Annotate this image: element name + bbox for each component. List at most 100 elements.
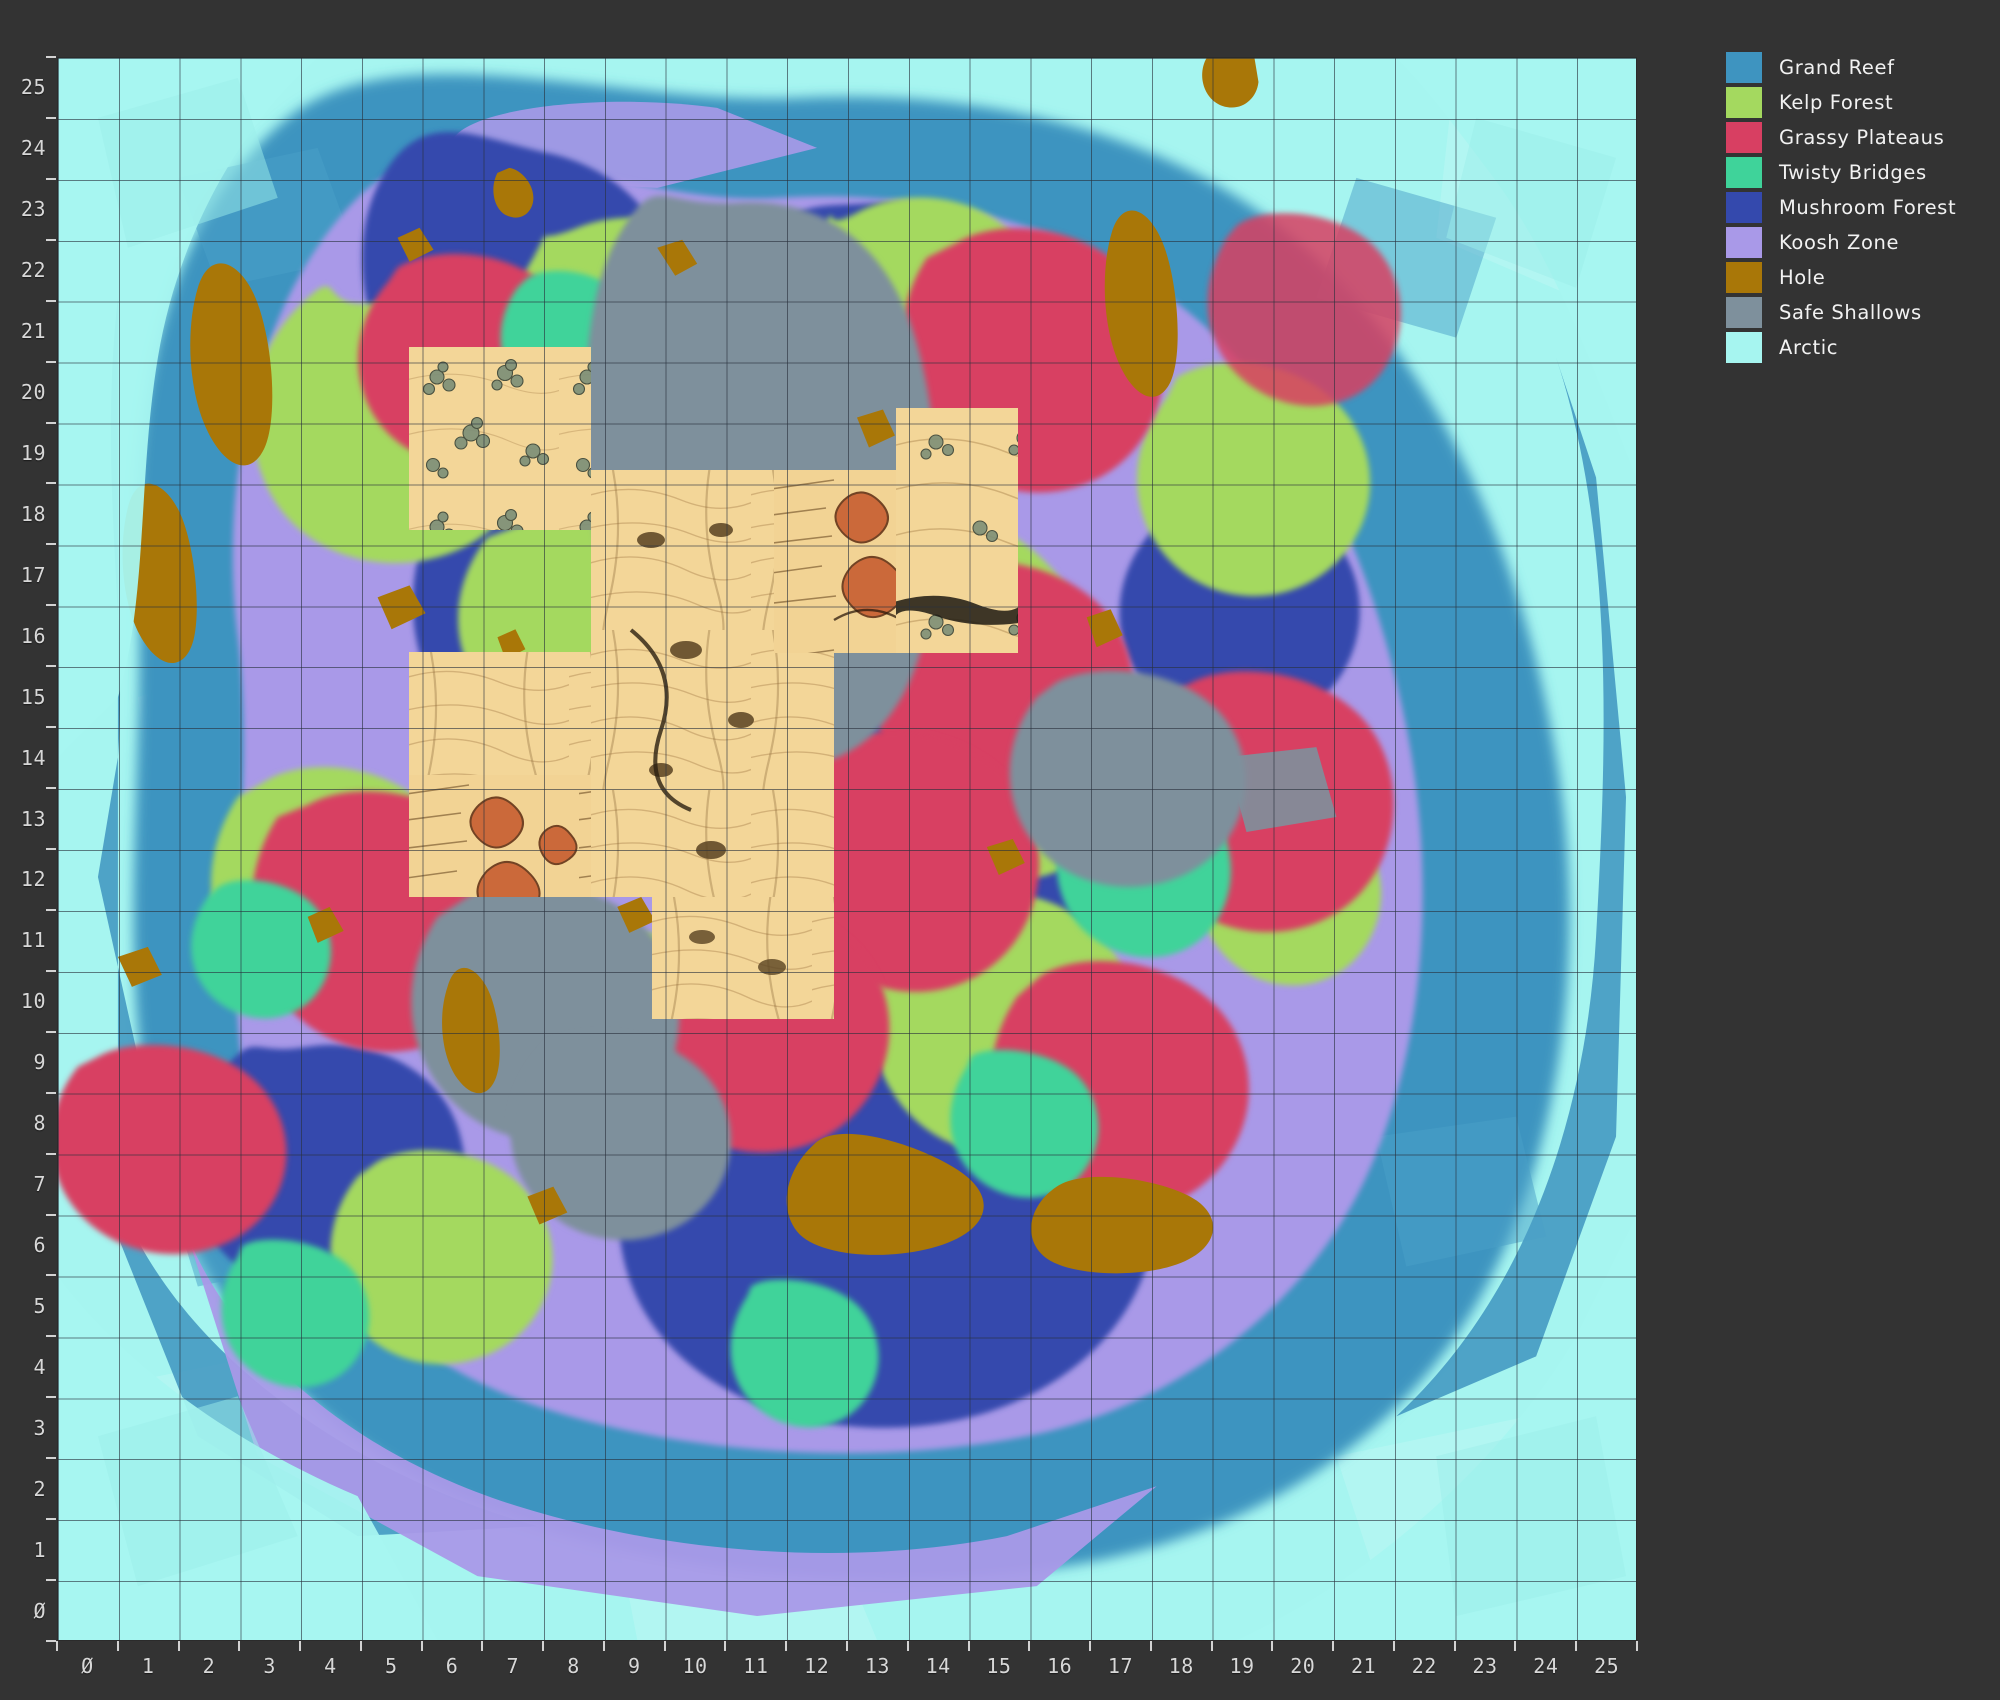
legend-swatch [1726, 192, 1762, 223]
legend-label: Kelp Forest [1779, 91, 1893, 114]
legend-item[interactable]: Grassy Plateaus [1726, 120, 1976, 155]
y-axis-tick [46, 909, 56, 911]
x-axis-tick-label: 20 [1290, 1654, 1315, 1678]
x-axis-tick-label: 10 [683, 1654, 708, 1678]
x-axis-tick-label: 9 [628, 1654, 641, 1678]
legend-label: Safe Shallows [1779, 301, 1922, 324]
x-axis-tick-label: 14 [926, 1654, 951, 1678]
x-axis-tick-label: 25 [1594, 1654, 1619, 1678]
x-axis-tick-label: 15 [986, 1654, 1011, 1678]
legend-swatch [1726, 157, 1762, 188]
y-axis-tick [46, 178, 56, 180]
terrain-tile-red-canyon[interactable] [409, 775, 591, 897]
y-axis-tick [46, 1153, 56, 1155]
y-axis-tick [46, 604, 56, 606]
x-axis-tick [1271, 1641, 1273, 1651]
legend-swatch [1726, 52, 1762, 83]
x-axis-tick-label: 4 [324, 1654, 337, 1678]
y-axis-tick-label: 4 [33, 1355, 46, 1379]
x-axis-tick [785, 1641, 787, 1651]
x-axis-tick [1575, 1641, 1577, 1651]
terrain-tile-west-sand[interactable] [409, 652, 591, 775]
legend-item[interactable]: Twisty Bridges [1726, 155, 1976, 190]
legend-item[interactable]: Kelp Forest [1726, 85, 1976, 120]
legend-item[interactable]: Koosh Zone [1726, 225, 1976, 260]
x-axis-tick-label: 22 [1412, 1654, 1437, 1678]
x-axis-tick [56, 1641, 58, 1651]
x-axis-tick-label: 19 [1229, 1654, 1254, 1678]
y-axis-tick-label: 25 [21, 75, 46, 99]
x-axis-tick [178, 1641, 180, 1651]
map-plot-area[interactable] [57, 57, 1637, 1641]
y-axis-tick [46, 117, 56, 119]
biome-legend: Grand Reef Kelp Forest Grassy Plateaus Twis… [1726, 50, 1976, 365]
y-axis-tick [46, 1640, 56, 1642]
legend-item[interactable]: Arctic [1726, 330, 1976, 365]
legend-item[interactable]: Mushroom Forest [1726, 190, 1976, 225]
x-axis-tick [299, 1641, 301, 1651]
y-axis-tick [46, 1214, 56, 1216]
y-axis-tick [46, 361, 56, 363]
y-axis-tick [46, 300, 56, 302]
y-axis-tick-label: 13 [21, 807, 46, 831]
x-axis-tick-label: 8 [567, 1654, 580, 1678]
y-axis-tick-label: 5 [33, 1294, 46, 1318]
x-axis-tick [542, 1641, 544, 1651]
x-axis-tick [117, 1641, 119, 1651]
terrain-tile-kelp-plateau[interactable] [409, 347, 591, 530]
legend-item[interactable]: Grand Reef [1726, 50, 1976, 85]
y-axis-tick-label: 9 [33, 1050, 46, 1074]
legend-label: Mushroom Forest [1779, 196, 1956, 219]
terrain-tile-south-sand[interactable] [652, 897, 834, 1019]
x-axis-tick-label: 16 [1047, 1654, 1072, 1678]
x-axis-tick [1454, 1641, 1456, 1651]
y-axis-tick [46, 543, 56, 545]
y-axis-tick-label: 19 [21, 441, 46, 465]
y-axis-tick [46, 1457, 56, 1459]
x-axis-tick [481, 1641, 483, 1651]
y-axis-tick-label: 3 [33, 1416, 46, 1440]
x-axis-tick-label: 5 [385, 1654, 398, 1678]
y-axis-tick [46, 1274, 56, 1276]
legend-item[interactable]: Hole [1726, 260, 1976, 295]
legend-label: Koosh Zone [1779, 231, 1899, 254]
y-axis-tick [46, 665, 56, 667]
x-axis-tick [1332, 1641, 1334, 1651]
x-axis-tick [1514, 1641, 1516, 1651]
legend-label: Hole [1779, 266, 1825, 289]
y-axis-tick-label: 8 [33, 1111, 46, 1135]
x-axis-tick [603, 1641, 605, 1651]
legend-label: Grassy Plateaus [1779, 126, 1944, 149]
y-axis-tick-label: 22 [21, 258, 46, 282]
legend-swatch [1726, 227, 1762, 258]
legend-item[interactable]: Safe Shallows [1726, 295, 1976, 330]
x-axis-tick [1393, 1641, 1395, 1651]
x-axis-tick [846, 1641, 848, 1651]
y-axis-tick [46, 1031, 56, 1033]
y-axis-tick [46, 787, 56, 789]
x-axis-tick [1636, 1641, 1638, 1651]
legend-swatch [1726, 122, 1762, 153]
x-axis-tick [907, 1641, 909, 1651]
biome-regions-canvas [58, 58, 1636, 1640]
x-axis-tick [1211, 1641, 1213, 1651]
y-axis-tick [46, 1335, 56, 1337]
x-axis-tick [421, 1641, 423, 1651]
x-axis-tick [664, 1641, 666, 1651]
y-axis-tick [46, 1579, 56, 1581]
y-axis-tick-label: 2 [33, 1477, 46, 1501]
x-axis-tick-label: 2 [203, 1654, 216, 1678]
x-axis-tick [724, 1641, 726, 1651]
y-axis-tick-label: 18 [21, 502, 46, 526]
y-axis-tick-label: 1 [33, 1538, 46, 1562]
x-axis-tick-label: 23 [1473, 1654, 1498, 1678]
y-axis-tick [46, 1396, 56, 1398]
y-axis-tick-label: 23 [21, 197, 46, 221]
terrain-tile-coral-canyon[interactable] [774, 470, 896, 653]
terrain-tile-reef-ridge[interactable] [896, 408, 1018, 653]
y-axis-tick-label: 14 [21, 746, 46, 770]
y-axis-tick-label: 7 [33, 1172, 46, 1196]
legend-label: Grand Reef [1779, 56, 1895, 79]
y-axis-tick-label: 20 [21, 380, 46, 404]
biome-map-page: Grand Reef Kelp Forest Grassy Plateaus Twis… [0, 0, 2000, 1700]
